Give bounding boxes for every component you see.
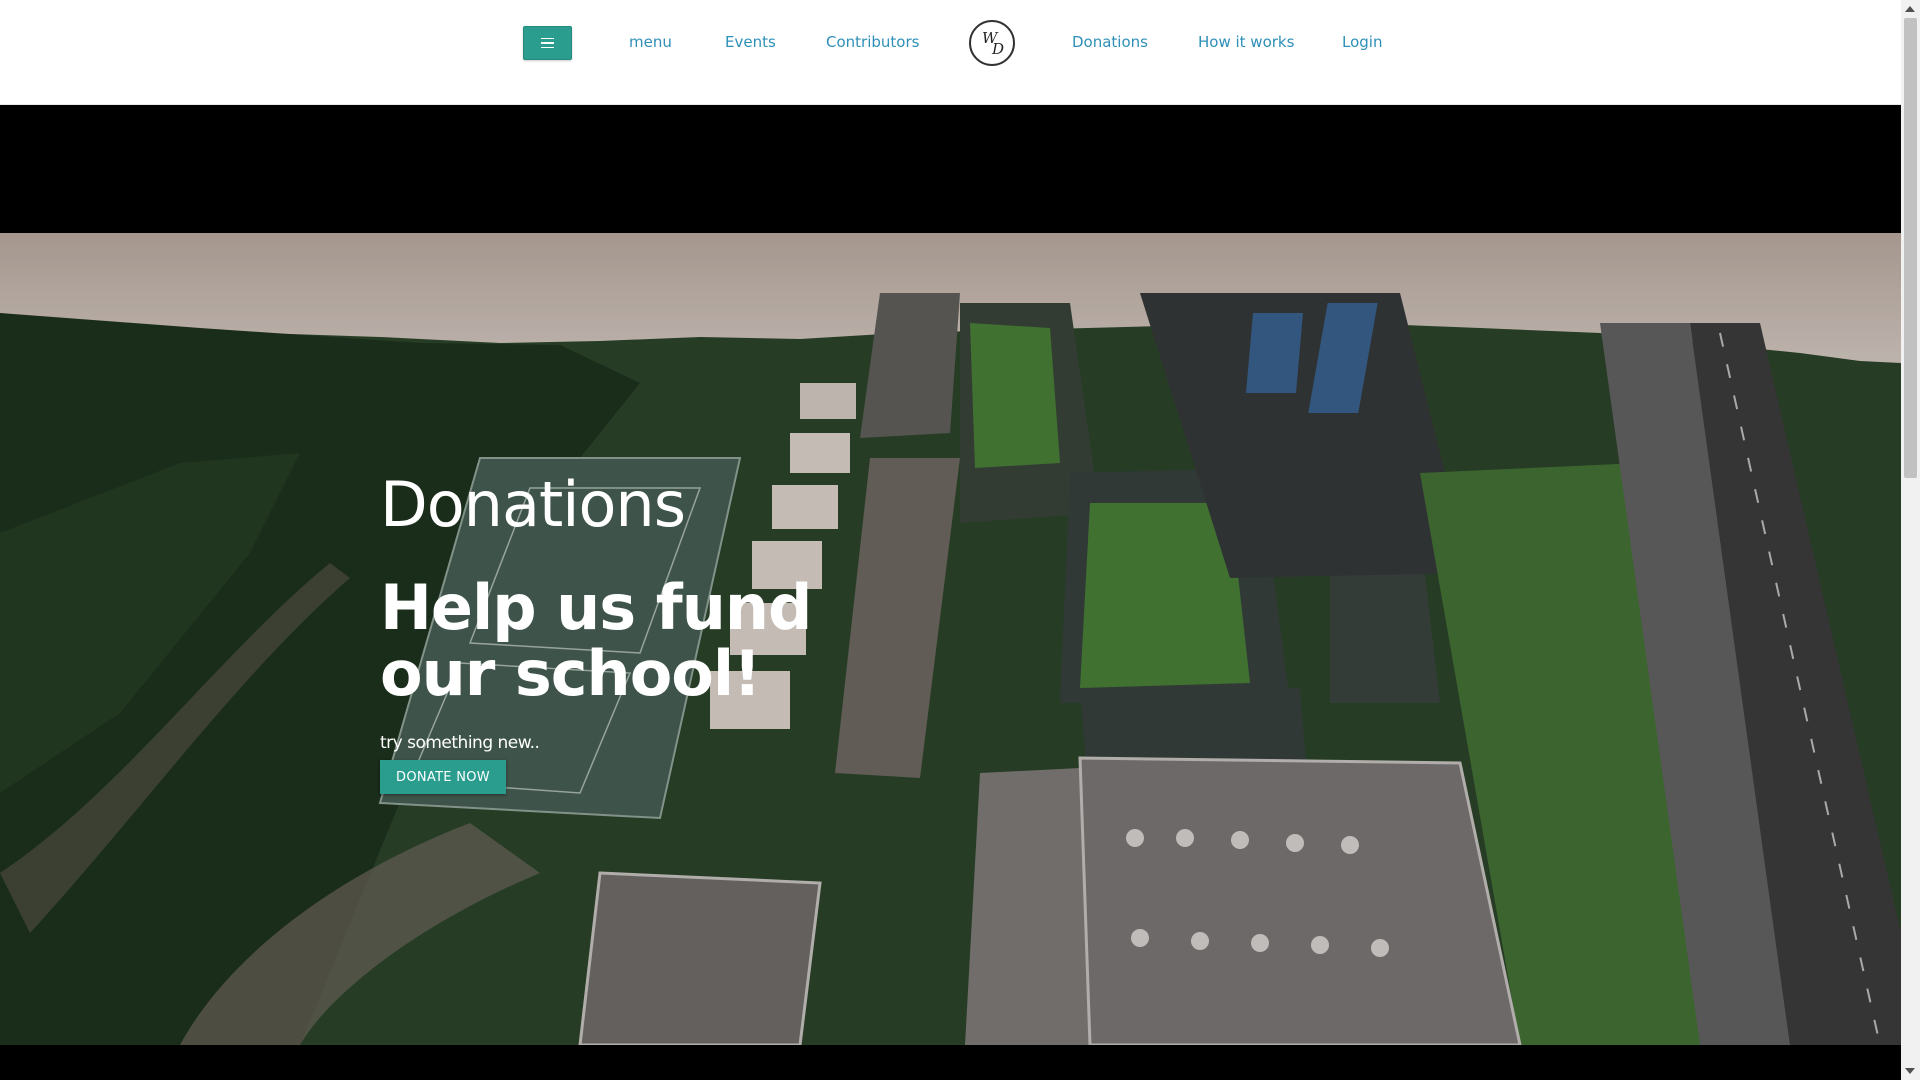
- hero-video-letterbox-top: [0, 105, 1901, 233]
- hamburger-menu-icon[interactable]: [523, 26, 572, 60]
- hero-tagline: try something new..: [380, 733, 540, 753]
- scroll-down-arrow-icon[interactable]: [1905, 1068, 1915, 1074]
- nav-link-contributors[interactable]: Contributors: [826, 33, 919, 51]
- nav-link-login[interactable]: Login: [1342, 33, 1382, 51]
- nav-link-donations[interactable]: Donations: [1072, 33, 1148, 51]
- logo-letter-d: D: [992, 40, 1005, 58]
- page-scrollbar[interactable]: [1901, 0, 1920, 1080]
- hero-video-letterbox-bottom: [0, 1045, 1901, 1080]
- hero-background-video: [0, 233, 1901, 1045]
- scroll-up-arrow-icon[interactable]: [1905, 6, 1915, 12]
- nav-link-events[interactable]: Events: [725, 33, 776, 51]
- navbar: menu Events Contributors W D Donations H…: [0, 0, 1901, 105]
- aerial-school-image: [0, 233, 1901, 1045]
- hero-subtitle: Help us fund our school!: [380, 571, 812, 710]
- hero-title: Donations: [380, 468, 686, 541]
- scrollbar-thumb[interactable]: [1904, 18, 1917, 478]
- site-logo[interactable]: W D: [969, 20, 1015, 66]
- nav-link-menu[interactable]: menu: [629, 33, 672, 51]
- nav-link-how-it-works[interactable]: How it works: [1198, 33, 1294, 51]
- donate-now-button[interactable]: DONATE NOW: [380, 760, 506, 794]
